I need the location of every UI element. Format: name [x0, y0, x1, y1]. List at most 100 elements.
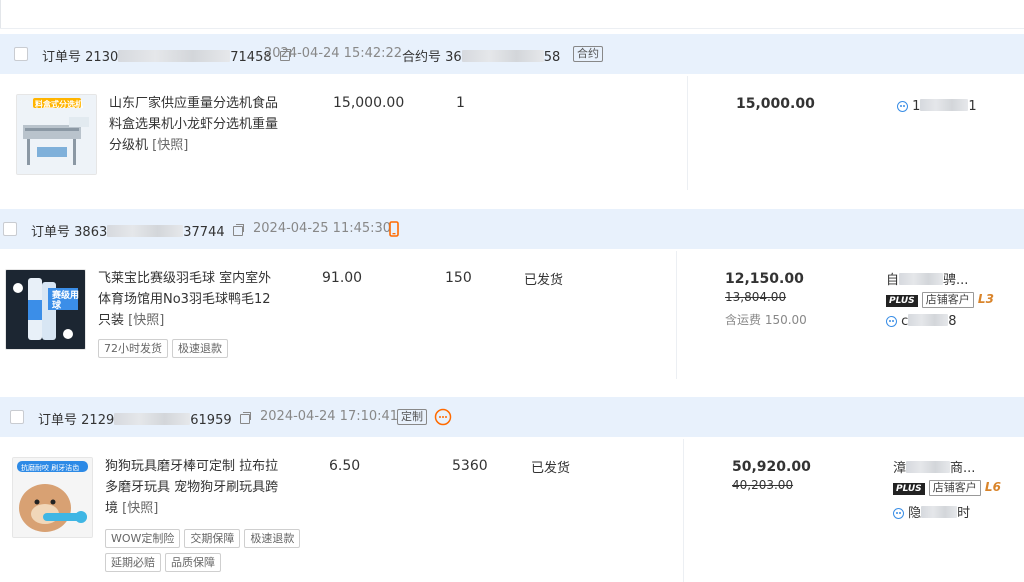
- buyer-id-prefix: 1: [912, 99, 921, 114]
- service-tag: 延期必赔: [105, 553, 161, 572]
- original-total: 13,804.00: [725, 290, 787, 304]
- product-title[interactable]: 山东厂家供应重量分选机食品料盒选果机小龙虾分选机重量分级机 [快照]: [109, 93, 289, 156]
- buyer-badges: PLUS 店铺客户 L6: [893, 480, 1001, 496]
- order-number: 订单号 2129 61959: [38, 409, 251, 428]
- thumbnail-caption: 料盒式分选机: [35, 100, 83, 109]
- product-thumbnail[interactable]: 赛级用球: [5, 269, 86, 350]
- shop-customer-tag: 店铺客户: [928, 480, 981, 496]
- product-title[interactable]: 狗狗玩具磨牙棒可定制 拉布拉多磨牙玩具 宠物狗牙刷玩具跨境 [快照]: [105, 456, 285, 519]
- product-title-text[interactable]: 飞莱宝比赛级羽毛球 室内室外体育场馆用No3羽毛球鸭毛12只装: [98, 271, 271, 328]
- buyer-id[interactable]: 隐时: [893, 502, 970, 521]
- copy-icon[interactable]: [232, 224, 244, 236]
- wangwang-chat-icon[interactable]: [893, 508, 904, 519]
- order-time: 2024-04-25 11:45:30: [253, 221, 392, 236]
- order-select-checkbox[interactable]: [14, 47, 28, 61]
- shipping-fee: 含运费 150.00: [725, 313, 807, 327]
- masked-digits: [118, 50, 231, 62]
- thumbnail-caption: 抗磨耐咬 刷牙洁齿: [21, 464, 80, 472]
- divider: [687, 76, 688, 190]
- quantity: 150: [445, 270, 472, 286]
- contract-number-suffix: 58: [543, 50, 561, 65]
- contract-number-label: 合约号: [402, 50, 442, 65]
- order-time: 2024-04-24 17:10:41: [260, 409, 399, 424]
- service-tag: 交期保障: [184, 529, 241, 548]
- custom-tag: 定制: [397, 409, 427, 425]
- contract-number: 合约号 36 58: [402, 46, 560, 65]
- order-select-checkbox[interactable]: [10, 410, 24, 424]
- snapshot-link[interactable]: [快照]: [152, 138, 188, 153]
- service-tag: 极速退款: [244, 529, 301, 548]
- masked-text: [908, 314, 949, 326]
- buyer-id-prefix: 隐: [908, 506, 922, 521]
- original-total: 40,203.00: [732, 478, 794, 492]
- wangwang-chat-icon[interactable]: [897, 101, 908, 112]
- masked-text: [906, 461, 951, 473]
- masked-text: [899, 273, 944, 285]
- wangwang-chat-icon[interactable]: [886, 316, 897, 327]
- contract-number-prefix: 36: [445, 50, 462, 65]
- order-number-prefix: 2129: [81, 413, 115, 428]
- order-number-prefix: 2130: [85, 50, 119, 65]
- masked-text: [920, 99, 969, 111]
- plus-badge: PLUS: [893, 483, 925, 495]
- order-select-checkbox[interactable]: [3, 222, 17, 236]
- contract-tag: 合约: [573, 46, 603, 62]
- order-number-suffix: 37744: [183, 225, 225, 240]
- buyer-name-prefix: 自: [886, 273, 900, 288]
- order-number-label: 订单号: [31, 225, 71, 240]
- order-status: 已发货: [531, 461, 571, 476]
- order-total: 12,150.00: [725, 271, 804, 287]
- order-number-prefix: 3863: [74, 225, 108, 240]
- service-tag: 72小时发货: [98, 339, 168, 358]
- buyer-id-suffix: 8: [948, 314, 957, 329]
- unit-price: 15,000.00: [333, 95, 405, 111]
- buyer-level: L6: [984, 480, 1001, 494]
- order-number-suffix: 61959: [190, 413, 232, 428]
- product-thumbnail[interactable]: 抗磨耐咬 刷牙洁齿: [12, 457, 93, 538]
- product-service-tags: 72小时发货 极速退款: [98, 339, 232, 358]
- buyer-name-prefix: 漳: [893, 461, 907, 476]
- copy-icon[interactable]: [239, 412, 251, 424]
- buyer-id-suffix: 时: [957, 506, 971, 521]
- buyer-id-suffix: 1: [968, 99, 977, 114]
- snapshot-link[interactable]: [快照]: [122, 501, 158, 516]
- unit-price: 6.50: [329, 458, 361, 474]
- masked-digits: [114, 413, 191, 425]
- product-service-tags: WOW定制险 交期保障 极速退款延期必赔 品质保障: [105, 527, 335, 575]
- order-status: 已发货: [524, 273, 564, 288]
- quantity: 1: [456, 95, 465, 111]
- quantity: 5360: [452, 458, 488, 474]
- order-total: 15,000.00: [736, 96, 815, 112]
- product-thumbnail[interactable]: 料盒式分选机: [16, 94, 97, 175]
- order-time: 2024-04-24 15:42:22: [264, 46, 403, 61]
- buyer-level: L3: [977, 292, 994, 306]
- thumbnail-caption: 赛级用球: [52, 291, 80, 311]
- shop-customer-tag: 店铺客户: [921, 292, 974, 308]
- plus-badge: PLUS: [886, 295, 918, 307]
- buyer-name-suffix: 商...: [950, 461, 976, 476]
- service-tag: 极速退款: [172, 339, 228, 358]
- order-number: 订单号 3863 37744: [31, 221, 244, 240]
- masked-digits: [107, 225, 184, 237]
- service-tag: 品质保障: [165, 553, 221, 572]
- buyer-id[interactable]: 11: [897, 99, 977, 114]
- buyer-id-prefix: c: [901, 314, 909, 329]
- divider: [0, 0, 1, 28]
- masked-text: [921, 506, 958, 518]
- snapshot-link[interactable]: [快照]: [128, 313, 164, 328]
- buyer-id[interactable]: c8: [886, 314, 957, 329]
- buyer-name[interactable]: 自 骋...: [886, 269, 968, 288]
- order-number: 订单号 2130 71458: [42, 46, 291, 65]
- unit-price: 91.00: [322, 270, 363, 286]
- order-number-label: 订单号: [38, 413, 78, 428]
- divider: [683, 439, 684, 582]
- buyer-badges: PLUS 店铺客户 L3: [886, 292, 994, 308]
- divider: [676, 251, 677, 379]
- order-number-label: 订单号: [42, 50, 82, 65]
- product-title-text[interactable]: 山东厂家供应重量分选机食品料盒选果机小龙虾分选机重量分级机: [109, 96, 278, 153]
- chat-bubble-icon[interactable]: [434, 408, 452, 426]
- product-title[interactable]: 飞莱宝比赛级羽毛球 室内室外体育场馆用No3羽毛球鸭毛12只装 [快照]: [98, 268, 278, 331]
- mobile-order-icon: [389, 221, 399, 237]
- buyer-name[interactable]: 漳 商...: [893, 457, 975, 476]
- service-tag: WOW定制险: [105, 529, 181, 548]
